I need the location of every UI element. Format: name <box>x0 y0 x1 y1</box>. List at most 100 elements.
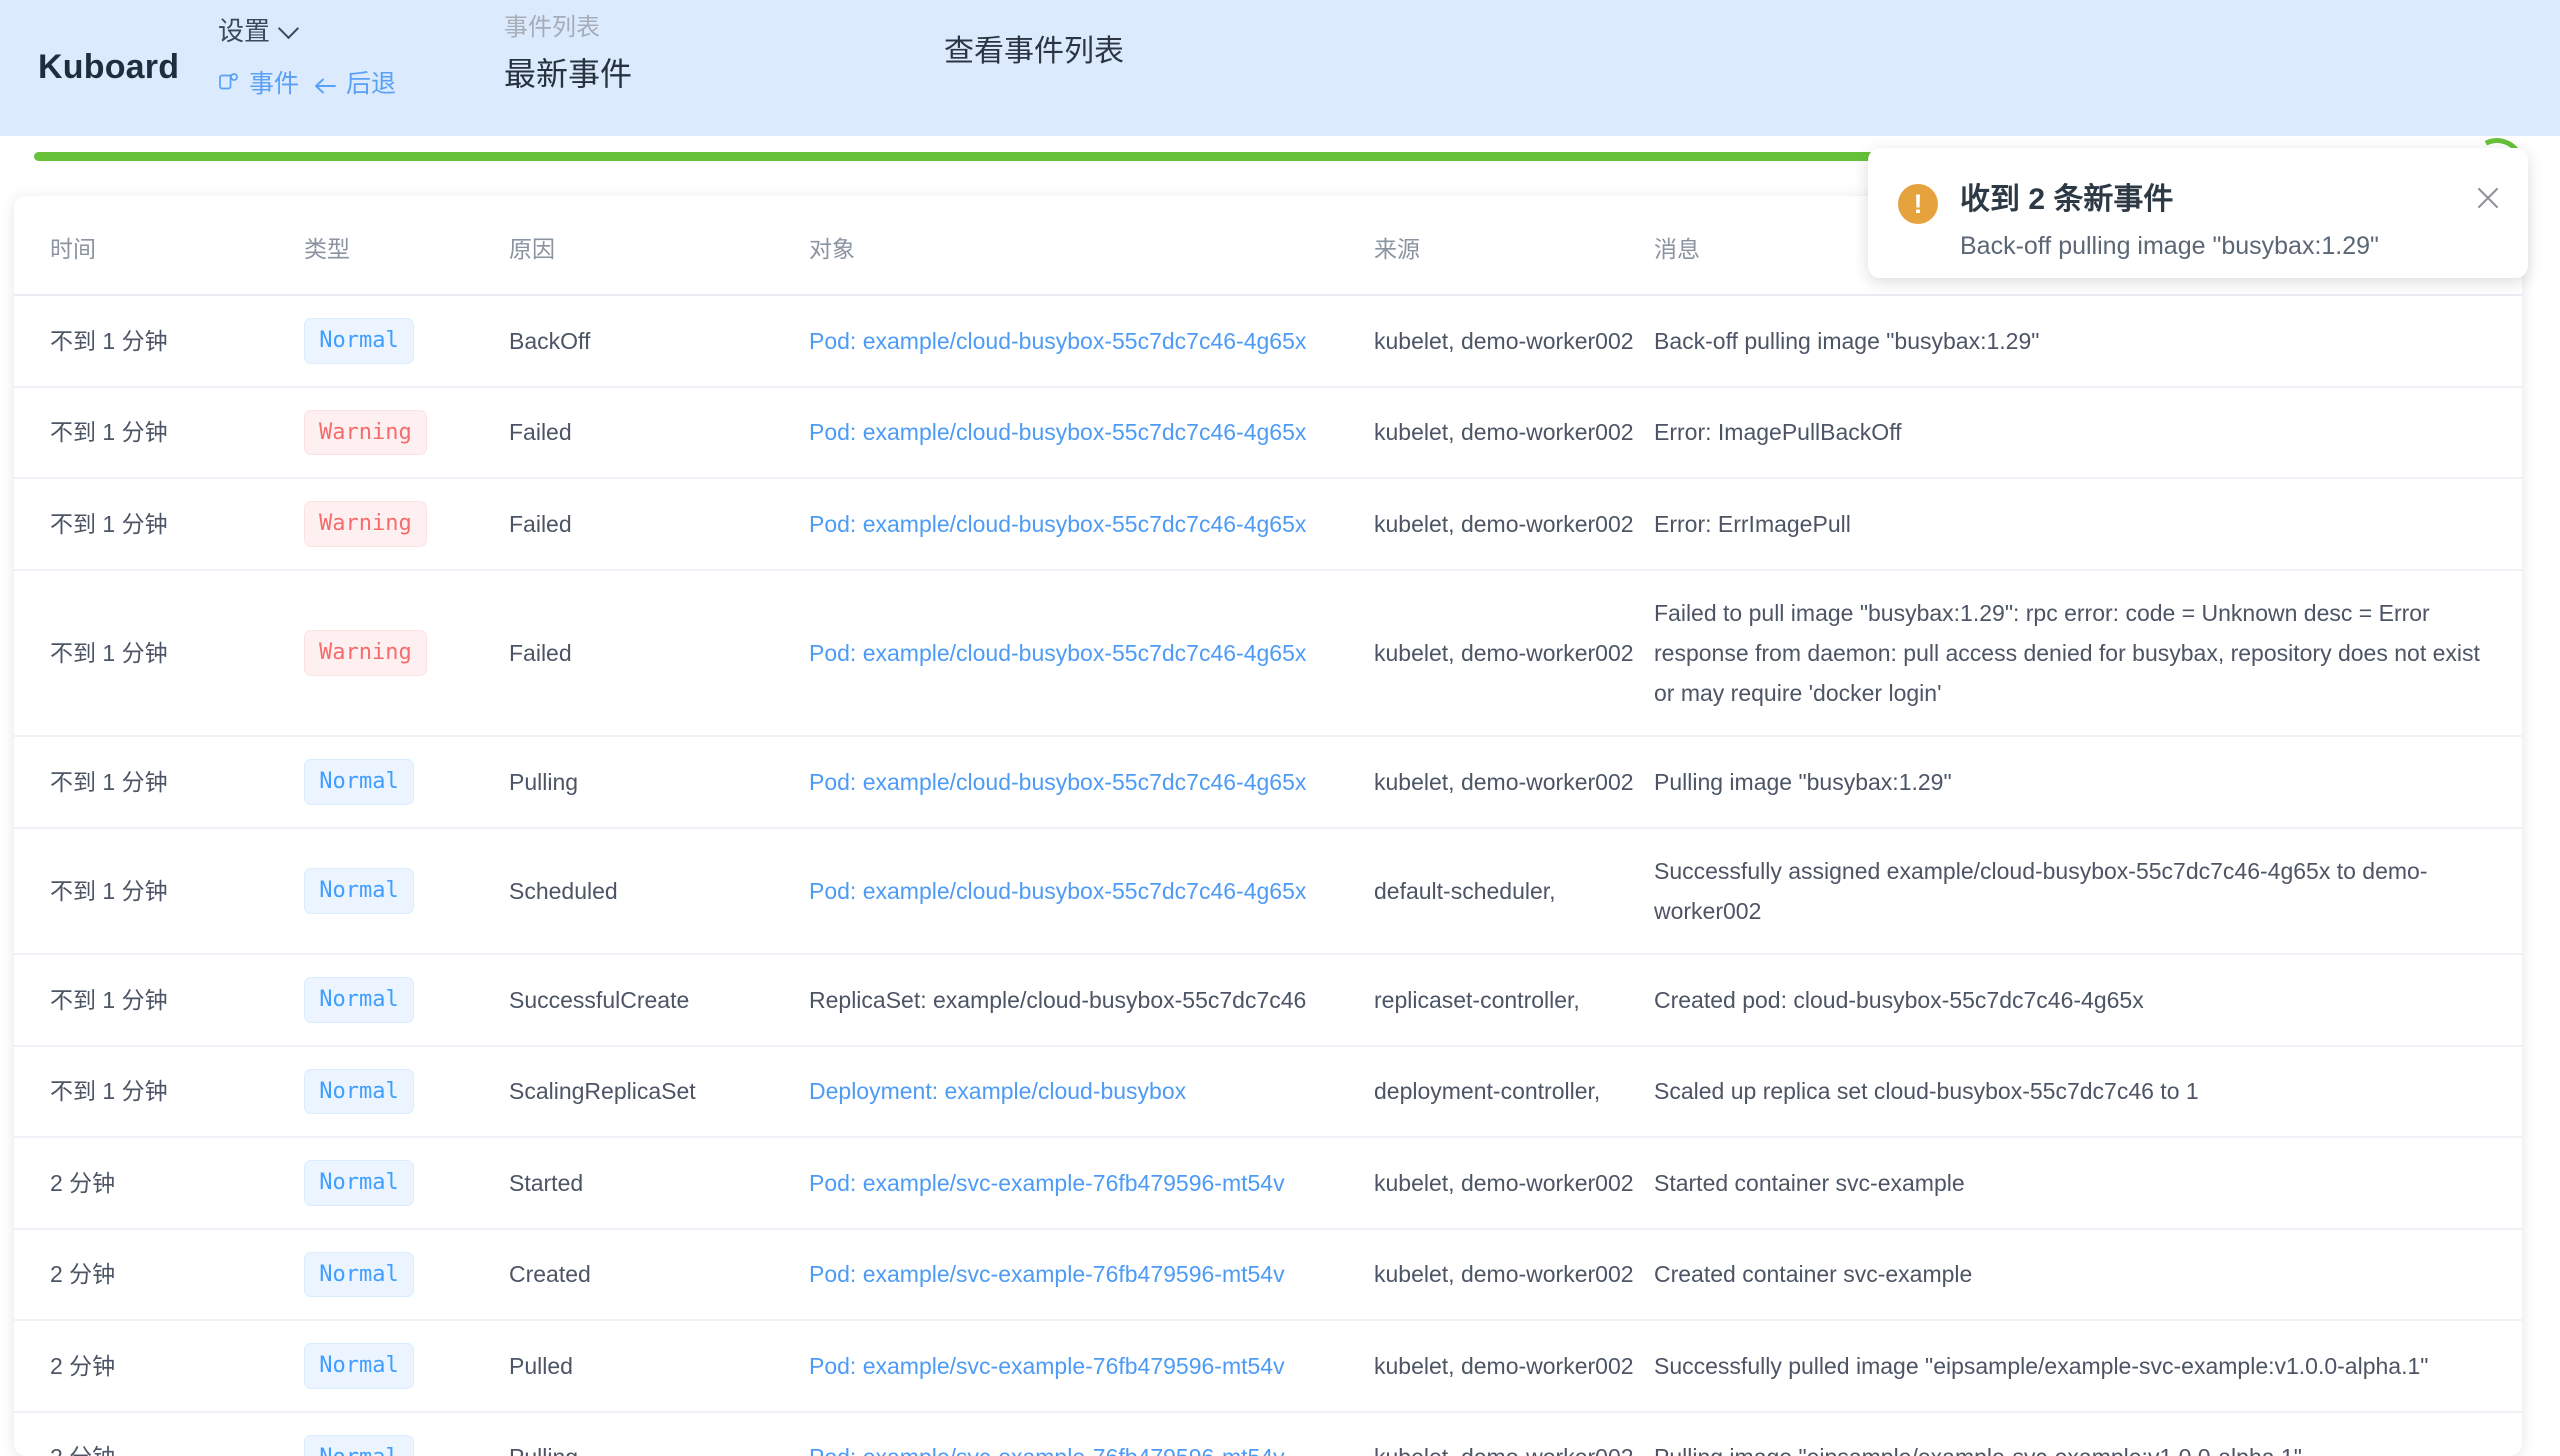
table-row[interactable]: 不到 1 分钟 Normal BackOff Pod: example/cloud-b… <box>14 295 2522 388</box>
column-header-type[interactable]: 类型 <box>304 196 509 296</box>
status-badge: Normal <box>304 1434 414 1456</box>
cell-object[interactable]: Deployment: example/cloud-busybox <box>809 1045 1374 1139</box>
arrow-left-icon <box>313 74 337 94</box>
table-row[interactable]: 2 分钟 Normal Started Pod: example/svc-exampl… <box>14 1137 2522 1230</box>
status-badge: Normal <box>304 868 414 914</box>
cell-message: Successfully pulled image "eipsample/exa… <box>1654 1320 2522 1413</box>
object-link[interactable]: Pod: example/cloud-busybox-55c7dc7c46-4g… <box>809 762 1374 802</box>
cell-message: Successfully assigned example/cloud-busy… <box>1654 827 2522 956</box>
status-badge: Warning <box>304 501 427 547</box>
cell-time: 不到 1 分钟 <box>14 295 304 388</box>
table-row[interactable]: 2 分钟Normal PullingPod: example/svc-exampl… <box>14 1411 2522 1456</box>
cell-object: ReplicaSet: example/cloud-busybox-55c7dc… <box>809 954 1374 1047</box>
status-badge: Normal <box>304 318 414 364</box>
cell-reason: BackOff <box>509 295 809 388</box>
object-link[interactable]: Pod: example/cloud-busybox-55c7dc7c46-4g… <box>809 321 1374 361</box>
object-link[interactable]: Pod: example/svc-example-76fb479596-mt54… <box>809 1437 1374 1456</box>
back-link-label: 后退 <box>346 70 397 98</box>
table-row[interactable]: 不到 1 分钟 Warning Failed Pod: example/cloud-b… <box>14 569 2522 738</box>
cell-type: Normal <box>304 1411 509 1456</box>
object-link[interactable]: Deployment: example/cloud-busybox <box>809 1071 1374 1111</box>
object-link[interactable]: Pod: example/cloud-busybox-55c7dc7c46-4g… <box>809 504 1374 544</box>
cell-object[interactable]: Pod: example/cloud-busybox-55c7dc7c46-4g… <box>809 569 1374 738</box>
cell-type: Normal <box>304 1228 509 1322</box>
column-header-reason[interactable]: 原因 <box>509 196 809 296</box>
cell-type: Normal <box>304 827 509 956</box>
events-link[interactable]: 事件 <box>218 64 299 100</box>
cell-type: Warning <box>304 386 509 479</box>
cell-reason: SuccessfulCreate <box>509 954 809 1047</box>
page-action-label: 查看事件列表 <box>944 35 1124 68</box>
events-link-label: 事件 <box>249 70 300 98</box>
cell-source: kubelet, demo-worker002 <box>1374 1137 1654 1230</box>
table-row[interactable]: 不到 1 分钟 Normal Pulling Pod: example/cloud-b… <box>14 736 2522 829</box>
table-row[interactable]: 2 分钟 Normal Created Pod: example/svc-exampl… <box>14 1228 2522 1322</box>
object-link[interactable]: Pod: example/cloud-busybox-55c7dc7c46-4g… <box>809 871 1374 911</box>
cell-object[interactable]: Pod: example/cloud-busybox-55c7dc7c46-4g… <box>809 827 1374 956</box>
back-link[interactable]: 后退 <box>313 64 396 100</box>
table-row[interactable]: 不到 1 分钟 Warning Failed Pod: example/cloud-b… <box>14 386 2522 479</box>
header-nav: 设置 事件 后退 <box>218 18 396 100</box>
header-nav-links: 事件 后退 <box>218 64 396 100</box>
object-link[interactable]: Pod: example/cloud-busybox-55c7dc7c46-4g… <box>809 412 1374 452</box>
cell-time: 不到 1 分钟 <box>14 736 304 829</box>
cell-object[interactable]: Pod: example/cloud-busybox-55c7dc7c46-4g… <box>809 386 1374 479</box>
table-row[interactable]: 不到 1 分钟 Normal Scheduled Pod: example/cloud… <box>14 827 2522 956</box>
cell-source: kubelet, demo-worker002 <box>1374 295 1654 388</box>
column-header-source[interactable]: 来源 <box>1374 196 1654 296</box>
notification-toast[interactable]: ! 收到 2 条新事件 Back-off pulling image "busy… <box>1868 148 2528 278</box>
warning-exclamation-icon: ! <box>1898 184 1938 224</box>
cell-type: Normal <box>304 1320 509 1413</box>
cell-object[interactable]: Pod: example/svc-example-76fb479596-mt54… <box>809 1411 1374 1456</box>
cell-message: Failed to pull image "busybax:1.29": rpc… <box>1654 569 2522 738</box>
status-badge: Normal <box>304 1068 414 1115</box>
object-link[interactable]: Pod: example/svc-example-76fb479596-mt54… <box>809 1254 1374 1294</box>
toast-title: 收到 2 条新事件 <box>1960 183 2174 216</box>
cell-object[interactable]: Pod: example/svc-example-76fb479596-mt54… <box>809 1228 1374 1322</box>
cell-reason: Pulling <box>509 736 809 829</box>
breadcrumb-parent: 事件列表 <box>504 14 600 41</box>
close-icon[interactable] <box>2472 182 2504 214</box>
table-row[interactable]: 2 分钟 Normal Pulled Pod: example/svc-example… <box>14 1320 2522 1413</box>
page-title: 最新事件 <box>504 55 633 92</box>
object-text: ReplicaSet: example/cloud-busybox-55c7dc… <box>809 986 1307 1013</box>
settings-menu[interactable]: 设置 <box>218 18 396 44</box>
cell-reason: Failed <box>509 478 809 571</box>
cell-object[interactable]: Pod: example/cloud-busybox-55c7dc7c46-4g… <box>809 478 1374 571</box>
chevron-down-icon <box>280 19 298 37</box>
status-badge: Warning <box>304 630 427 676</box>
cell-time: 不到 1 分钟 <box>14 386 304 479</box>
cell-object[interactable]: Pod: example/cloud-busybox-55c7dc7c46-4g… <box>809 736 1374 829</box>
table-row[interactable]: 不到 1 分钟 Normal SuccessfulCreate ReplicaSet:… <box>14 954 2522 1047</box>
status-badge: Normal <box>304 1251 414 1298</box>
settings-label: 设置 <box>218 16 271 46</box>
cell-source: kubelet, demo-worker002 <box>1374 386 1654 479</box>
breadcrumb: 事件列表 最新事件 <box>504 14 632 93</box>
cell-time: 不到 1 分钟 <box>14 569 304 738</box>
cell-type: Warning <box>304 478 509 571</box>
table-row[interactable]: 不到 1 分钟 Normal ScalingReplicaSet Deployment… <box>14 1045 2522 1139</box>
cell-message: Error: ImagePullBackOff <box>1654 386 2522 479</box>
cell-time: 不到 1 分钟 <box>14 478 304 571</box>
events-table-body: 不到 1 分钟 Normal BackOff Pod: example/cloud-b… <box>14 295 2522 1456</box>
status-badge: Normal <box>304 759 414 805</box>
cell-source: deployment-controller, <box>1374 1045 1654 1139</box>
object-link[interactable]: Pod: example/cloud-busybox-55c7dc7c46-4g… <box>809 633 1374 673</box>
brand-logo[interactable]: Kuboard <box>38 48 179 87</box>
cell-object[interactable]: Pod: example/cloud-busybox-55c7dc7c46-4g… <box>809 295 1374 388</box>
cell-time: 2 分钟 <box>14 1411 304 1456</box>
column-header-object[interactable]: 对象 <box>809 196 1374 296</box>
cell-type: Normal <box>304 1045 509 1139</box>
cell-object[interactable]: Pod: example/svc-example-76fb479596-mt54… <box>809 1320 1374 1413</box>
object-link[interactable]: Pod: example/svc-example-76fb479596-mt54… <box>809 1346 1374 1386</box>
cell-message: Error: ErrImagePull <box>1654 478 2522 571</box>
cell-object[interactable]: Pod: example/svc-example-76fb479596-mt54… <box>809 1137 1374 1230</box>
toast-message: Back-off pulling image "busybax:1.29" <box>1960 232 2379 260</box>
cell-type: Normal <box>304 954 509 1047</box>
cell-type: Normal <box>304 295 509 388</box>
cell-time: 2 分钟 <box>14 1137 304 1230</box>
cell-type: Normal <box>304 1137 509 1230</box>
column-header-time[interactable]: 时间 <box>14 196 304 296</box>
table-row[interactable]: 不到 1 分钟 Warning Failed Pod: example/cloud-b… <box>14 478 2522 571</box>
object-link[interactable]: Pod: example/svc-example-76fb479596-mt54… <box>809 1163 1374 1203</box>
